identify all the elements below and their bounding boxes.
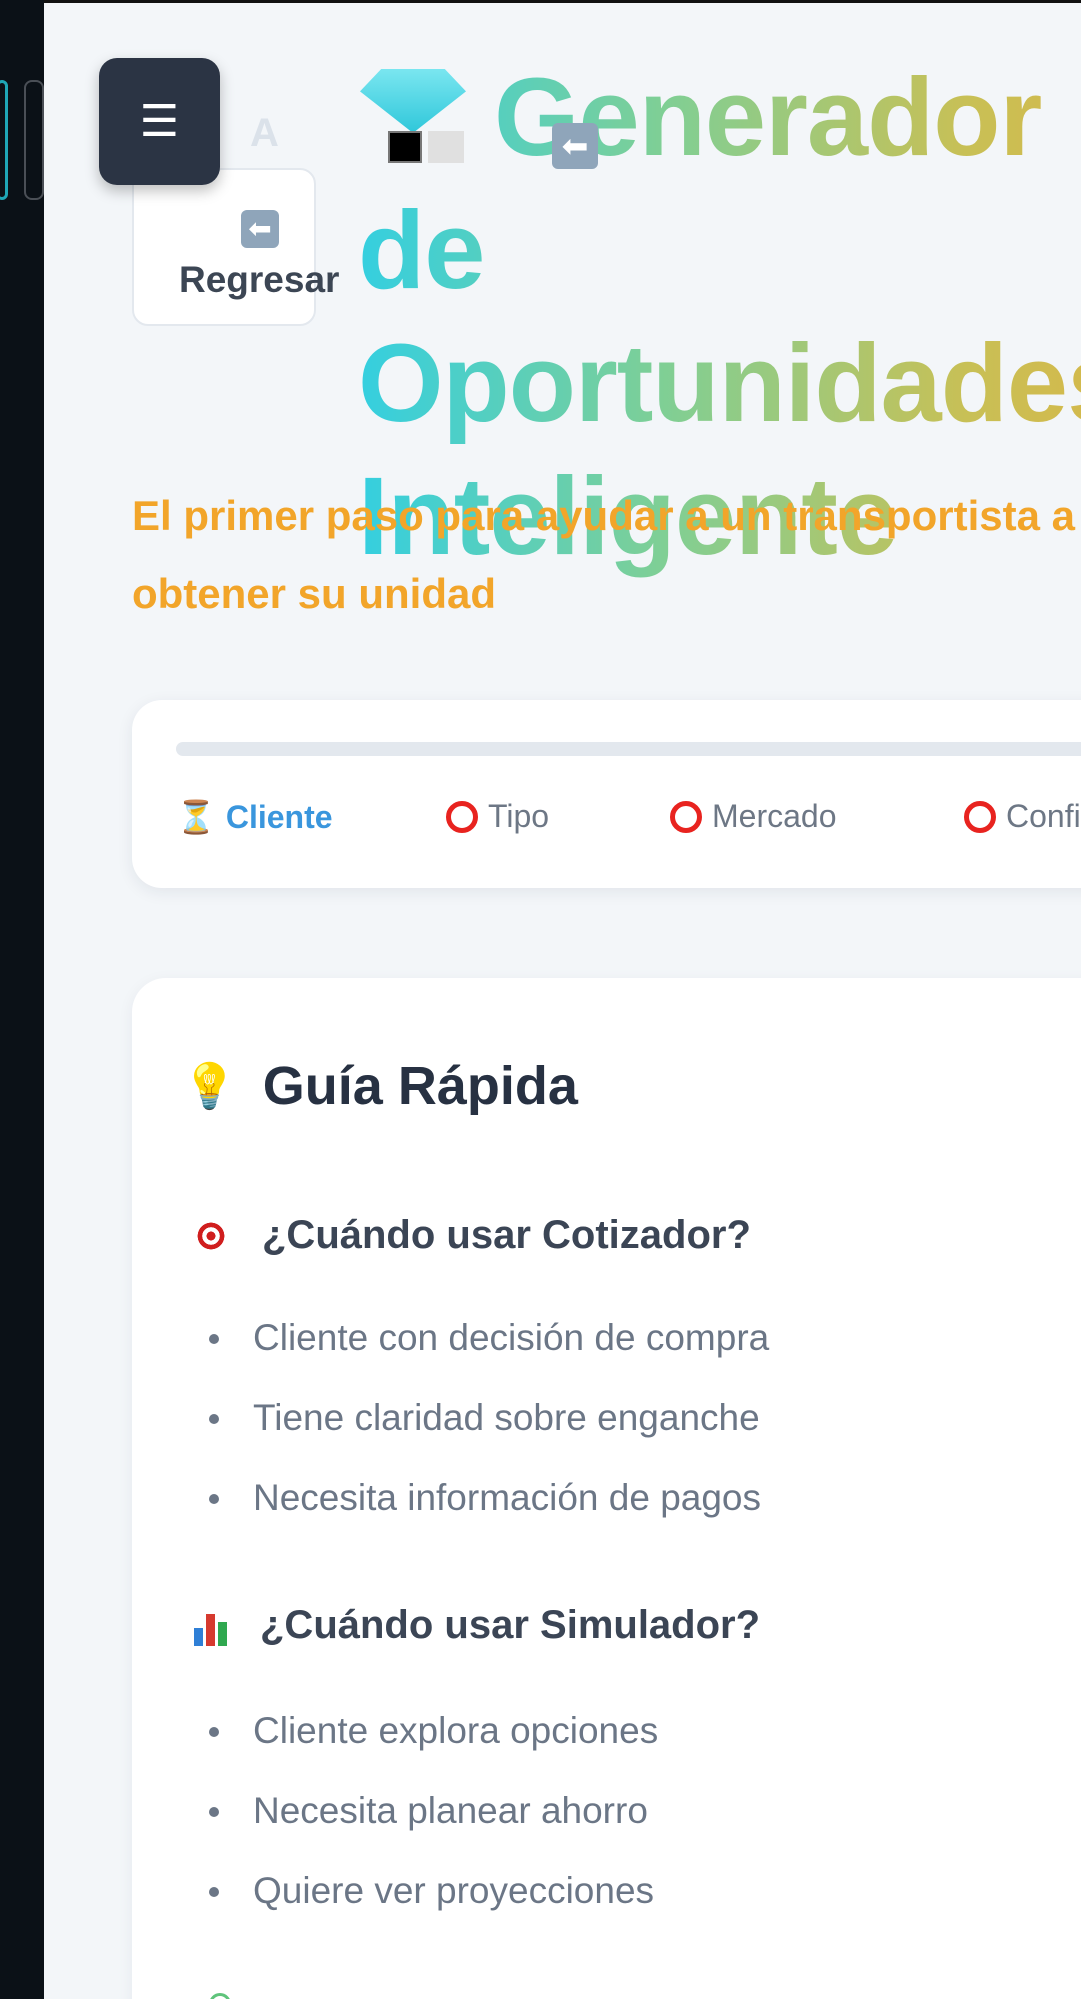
simulador-list: Cliente explora opciones Necesita planea… xyxy=(209,1691,658,1931)
list-item: Necesita información de pagos xyxy=(209,1458,769,1538)
progress-steps: ⏳ Cliente Tipo Mercado Confirmar xyxy=(132,700,1081,888)
list-item: Cliente explora opciones xyxy=(209,1691,658,1771)
list-item: Cliente con decisión de compra xyxy=(209,1298,769,1378)
step-label: Confirmar xyxy=(1006,798,1081,834)
guide-title-text: Guía Rápida xyxy=(262,1056,578,1116)
list-item: Tiene claridad sobre enganche xyxy=(209,1378,769,1458)
step-confirmar[interactable]: Confirmar xyxy=(964,798,1081,835)
circle-icon xyxy=(964,800,996,833)
rail-tab[interactable] xyxy=(0,80,8,200)
circle-icon xyxy=(670,800,702,833)
page-subtitle: El primer paso para ayudar a un transpor… xyxy=(132,492,1075,617)
main-page: ☰ A ⬅ Regresar Generador de Oportunidade… xyxy=(44,0,1081,1999)
circle-icon xyxy=(446,800,478,833)
section-title-text: ¿Cuándo usar Simulador? xyxy=(260,1603,761,1647)
list-item: Necesita planear ahorro xyxy=(209,1771,658,1851)
progress-bar xyxy=(176,742,1081,756)
list-item: Quiere ver proyecciones xyxy=(209,1851,658,1931)
side-rail xyxy=(0,0,44,1999)
step-tipo[interactable]: Tipo xyxy=(446,798,549,835)
step-label: Mercado xyxy=(712,798,837,834)
ghost-letter: A xyxy=(250,111,279,155)
back-arrow-icon: ⬅ xyxy=(552,123,598,169)
section-title-cotizador: ¿Cuándo usar Cotizador? xyxy=(194,1213,751,1258)
rail-tab[interactable] xyxy=(24,80,44,200)
step-cliente[interactable]: ⏳ Cliente xyxy=(176,798,333,836)
cotizador-list: Cliente con decisión de compra Tiene cla… xyxy=(209,1298,769,1538)
target-icon xyxy=(194,1218,228,1253)
back-arrow-icon: ⬅ xyxy=(241,210,279,248)
back-button[interactable] xyxy=(132,168,316,326)
step-mercado[interactable]: Mercado xyxy=(670,798,837,835)
section-title-text: ¿Cuándo usar Cotizador? xyxy=(262,1213,751,1257)
hourglass-icon: ⏳ xyxy=(176,798,216,836)
menu-button[interactable]: ☰ xyxy=(99,58,220,185)
guide-title: 💡 Guía Rápida xyxy=(182,1055,578,1117)
hamburger-icon: ☰ xyxy=(139,96,180,147)
back-button-label[interactable]: Regresar xyxy=(179,259,339,301)
lightbulb-icon: 💡 xyxy=(182,1061,237,1112)
step-label: Tipo xyxy=(488,798,550,834)
bar-chart-icon xyxy=(194,1606,234,1646)
section-title-simulador: ¿Cuándo usar Simulador? xyxy=(194,1603,760,1648)
step-label: Cliente xyxy=(225,798,333,835)
